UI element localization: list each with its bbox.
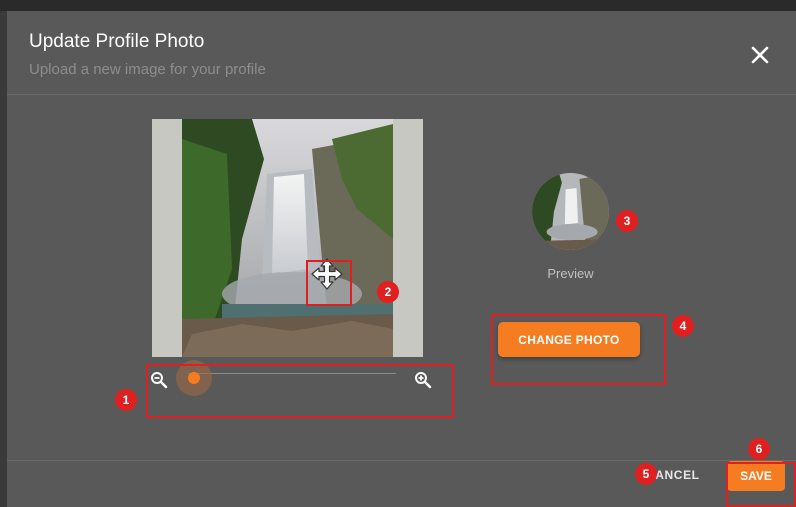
zoom-slider-thumb[interactable] — [188, 372, 200, 384]
preview-label: Preview — [547, 266, 594, 281]
dialog-subtitle: Upload a new image for your profile — [29, 61, 266, 78]
preview-thumbnail — [532, 173, 609, 250]
crop-area[interactable] — [152, 119, 423, 357]
callout-badge-3: 3 — [616, 210, 638, 232]
save-button[interactable]: SAVE — [727, 461, 785, 491]
callout-badge-6: 6 — [748, 438, 770, 460]
top-strip — [0, 0, 796, 11]
zoom-in-icon[interactable] — [414, 371, 432, 389]
dialog-header: Update Profile Photo Upload a new image … — [7, 11, 796, 95]
zoom-out-icon[interactable] — [150, 371, 168, 389]
move-arrows-icon[interactable] — [301, 250, 353, 297]
close-icon[interactable] — [749, 44, 771, 66]
zoom-control — [140, 353, 446, 406]
callout-badge-2: 2 — [377, 281, 399, 303]
callout-badge-1: 1 — [115, 389, 137, 411]
callout-badge-4: 4 — [672, 315, 694, 337]
callout-badge-5: 5 — [635, 463, 657, 485]
change-photo-button[interactable]: CHANGE PHOTO — [498, 322, 640, 357]
crop-mask-right — [393, 119, 423, 357]
photo-crop-image[interactable] — [182, 119, 393, 357]
crop-mask-left — [152, 119, 182, 357]
zoom-slider-track[interactable] — [188, 373, 396, 374]
dialog-title: Update Profile Photo — [29, 31, 205, 52]
